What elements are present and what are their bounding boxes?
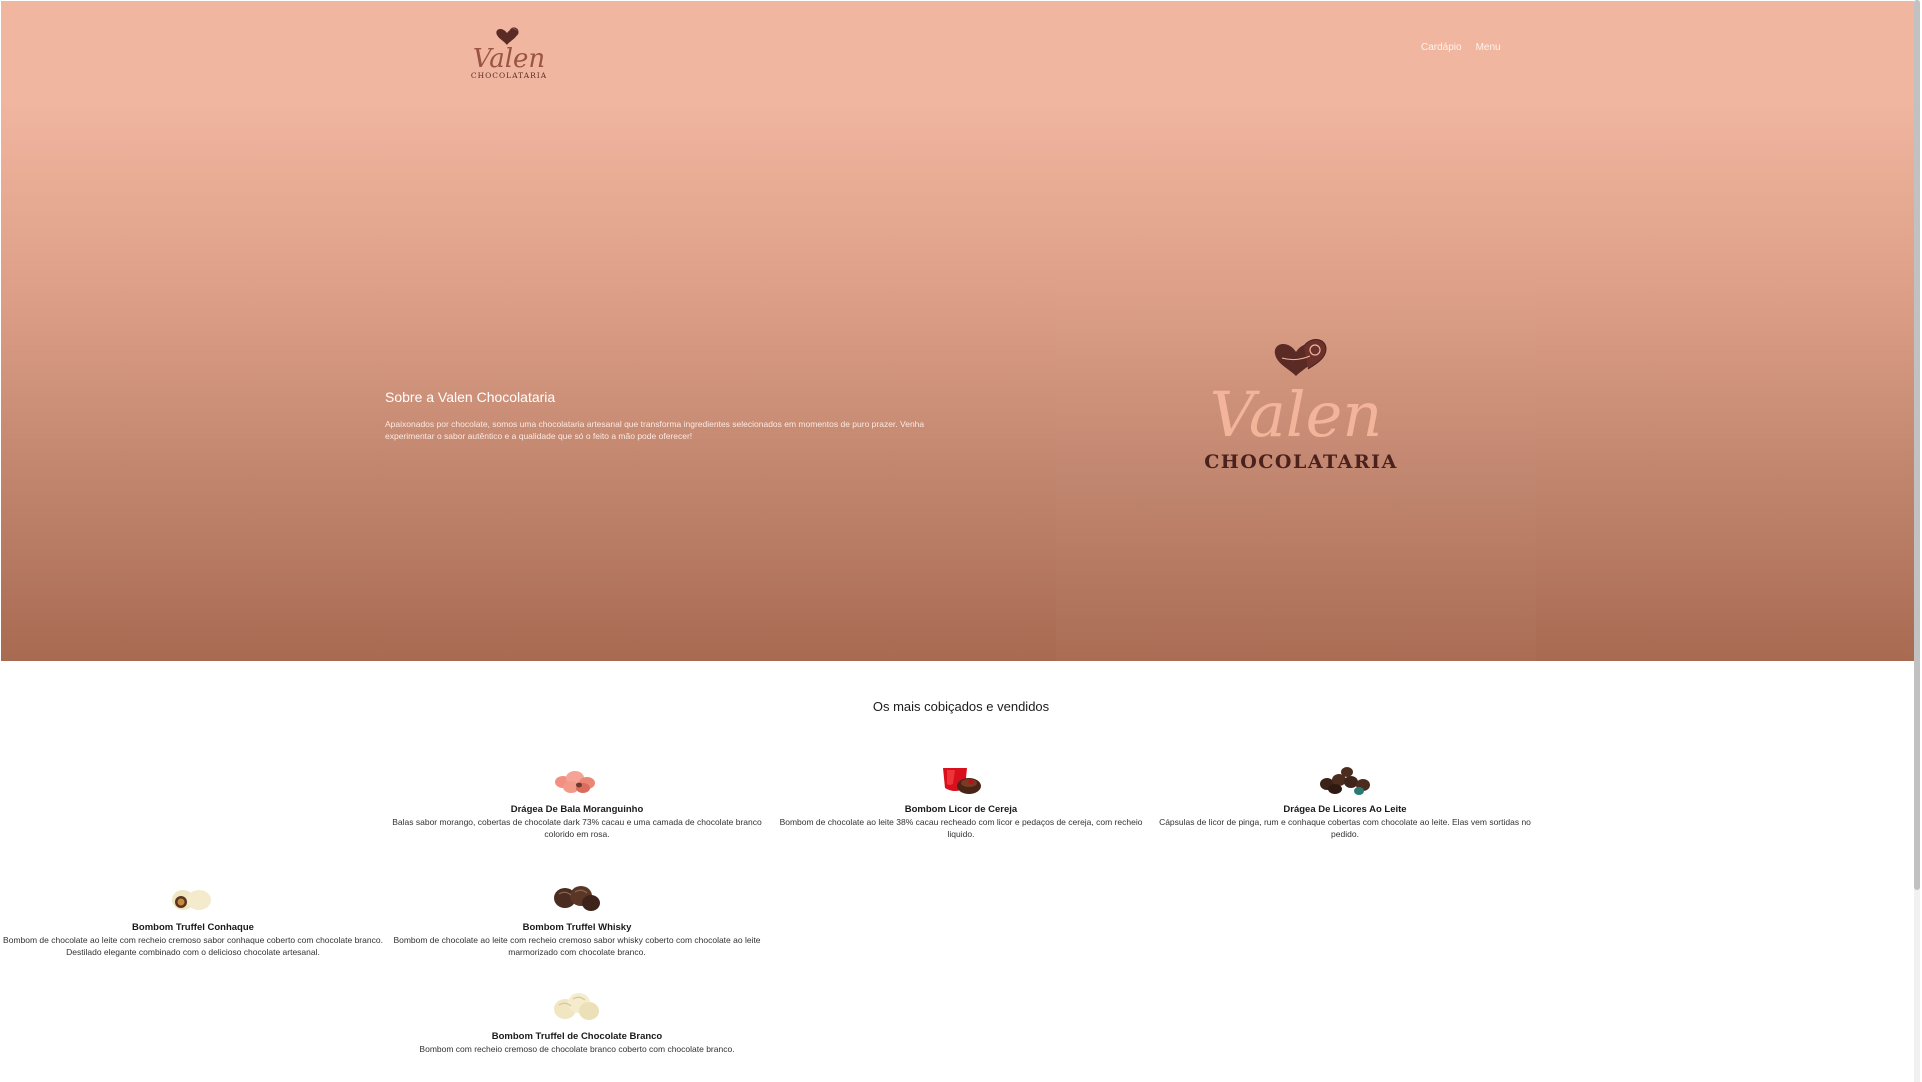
product-card[interactable]: Bombom Truffel Whisky Bombom de chocolat… — [387, 876, 767, 958]
nav-link-cardapio[interactable]: Cardápio — [1421, 42, 1462, 53]
nav-link-menu[interactable]: Menu — [1476, 42, 1501, 53]
product-card[interactable]: Drágea De Bala Moranguinho Balas sabor m… — [387, 758, 767, 840]
brand-logo[interactable]: Valen CHOCOLATARIA — [464, 17, 554, 81]
main-nav: Cardápio Menu — [1421, 42, 1501, 53]
product-description: Cápsulas de licor de pinga, rum e conhaq… — [1159, 817, 1531, 839]
pink-drageas-image — [555, 771, 595, 793]
white-truffles-image — [554, 993, 599, 1020]
product-name: Drágea De Bala Moranguinho — [510, 804, 644, 815]
hero-logo: Valen CHOCOLATARIA — [1204, 339, 1398, 473]
product-description: Bombom de chocolate ao leite com recheio… — [3, 935, 383, 957]
heart-chocolate-icon — [1274, 339, 1327, 376]
product-card[interactable]: Bombom Licor de Cereja Bombom de chocola… — [771, 758, 1151, 840]
product-card[interactable]: Drágea De Licores Ao Leite Cápsulas de l… — [1155, 758, 1535, 840]
hero-logo-word: Valen — [1210, 378, 1383, 451]
hero-section: Valen CHOCOLATARIA Cardápio Menu Sobre a… — [1, 1, 1918, 661]
top-navbar: Valen CHOCOLATARIA Cardápio Menu — [1, 1, 1918, 101]
product-description: Bombom de chocolate ao leite 38% cacau r… — [779, 817, 1143, 839]
brand-logo-subword: CHOCOLATARIA — [471, 71, 547, 80]
brand-logo-word: Valen — [473, 44, 545, 74]
page-scrollbar[interactable] — [1914, 0, 1920, 1082]
product-name: Bombom Truffel Conhaque — [132, 922, 254, 933]
best-sellers-title: Os mais cobiçados e vendidos — [872, 699, 1050, 714]
liquor-drageas-image — [1320, 767, 1370, 795]
product-card[interactable]: Bombom Truffel de Chocolate Branco Bombo… — [387, 985, 767, 1055]
product-description: Bombom com recheio cremoso de chocolate … — [419, 1044, 735, 1054]
product-name: Drágea De Licores Ao Leite — [1283, 804, 1407, 815]
cherry-bonbon-image — [943, 768, 981, 794]
about-text: Apaixonados por chocolate, somos uma cho… — [385, 419, 925, 441]
product-name: Bombom Truffel de Chocolate Branco — [491, 1031, 663, 1042]
white-truffle-image — [172, 890, 211, 910]
hero-logo-subword: CHOCOLATARIA — [1204, 451, 1398, 473]
scrollbar-thumb[interactable] — [1914, 0, 1920, 890]
product-description: Bombom de chocolate ao leite com recheio… — [393, 935, 761, 957]
product-description: Balas sabor morango, cobertas de chocola… — [392, 817, 762, 839]
product-name: Bombom Licor de Cereja — [904, 804, 1018, 815]
product-card[interactable]: Bombom Truffel Conhaque Bombom de chocol… — [3, 876, 383, 958]
dark-truffle-image — [554, 886, 600, 911]
product-name: Bombom Truffel Whisky — [522, 922, 632, 933]
about-title: Sobre a Valen Chocolataria — [385, 389, 556, 405]
